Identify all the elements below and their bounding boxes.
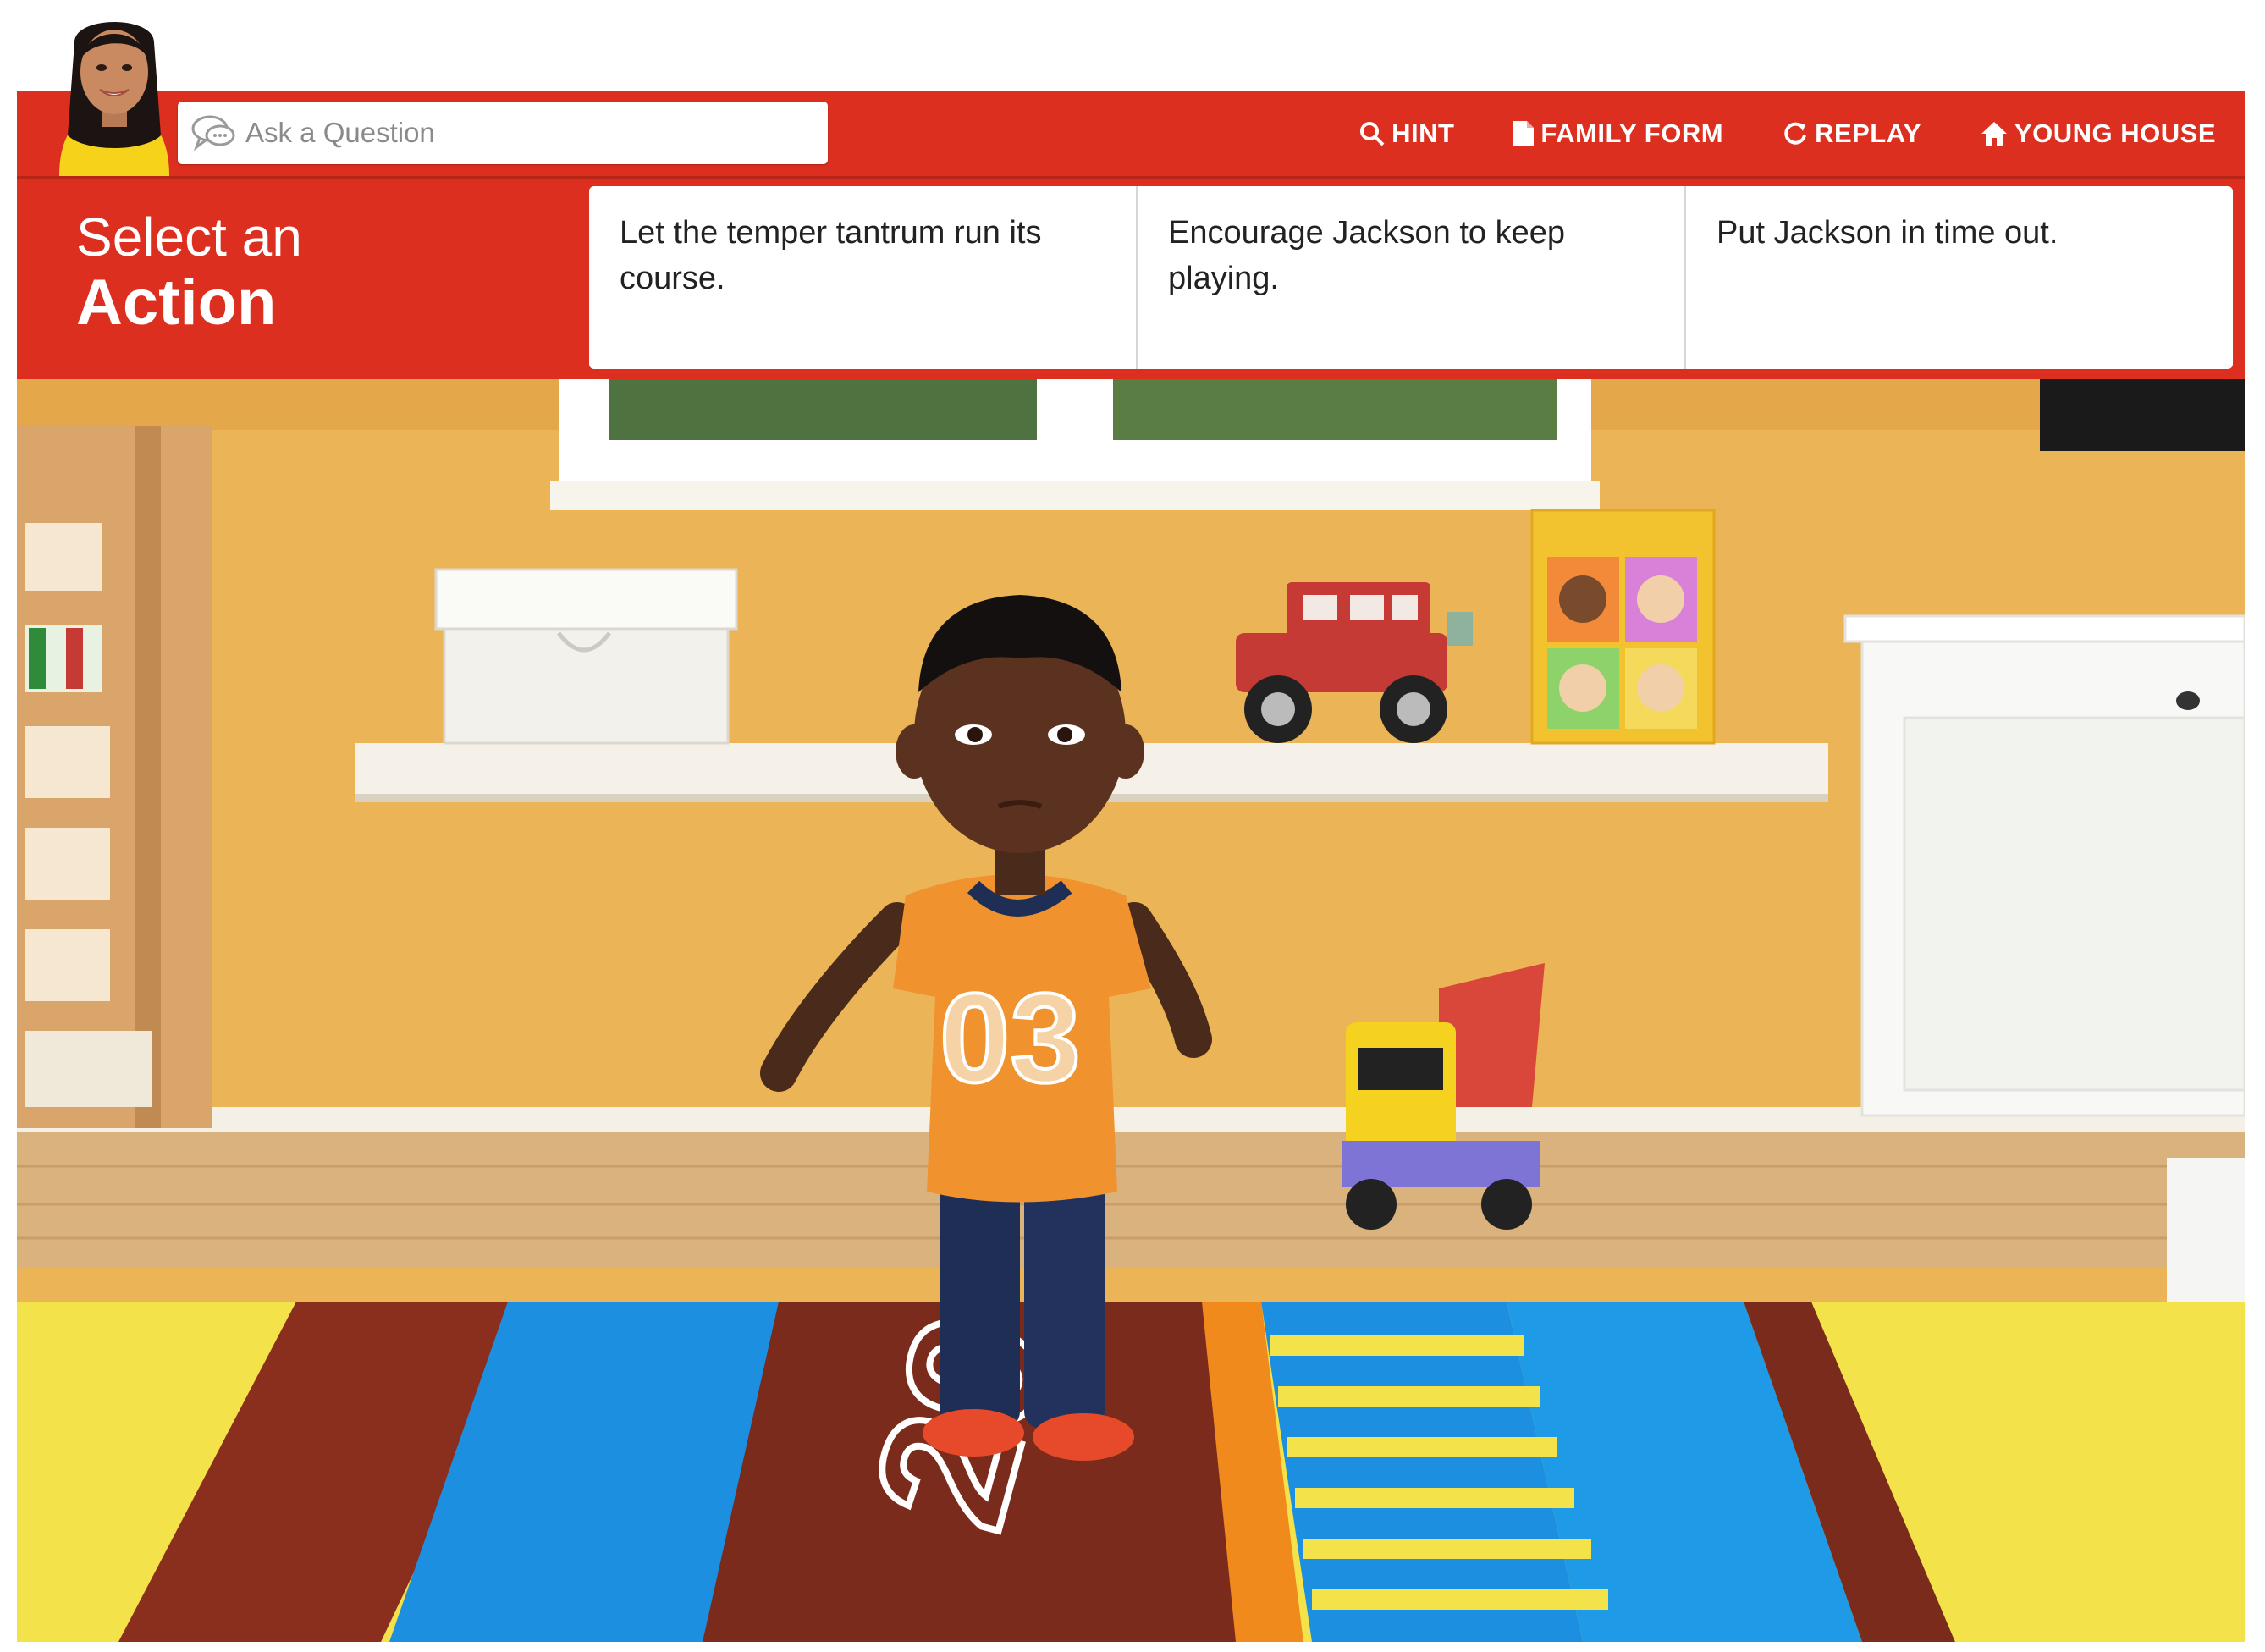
window (550, 379, 1600, 510)
young-house-button[interactable]: YOUNG HOUSE (1981, 118, 2216, 149)
storage-box (434, 568, 738, 745)
simulation-app: HINT FAMILY FORM REPLAY YOUNG HOUSE (17, 0, 2245, 1642)
ask-question-box[interactable] (178, 102, 828, 164)
hint-label: HINT (1392, 118, 1455, 148)
home-icon (1981, 121, 2008, 146)
action-choices: Let the temper tantrum run its course. E… (589, 186, 2233, 369)
toolbar-divider (17, 176, 2245, 179)
hint-button[interactable]: HINT (1359, 118, 1454, 149)
action-bar: Select an Action Let the temper tantrum … (17, 176, 2245, 379)
replay-icon (1783, 121, 1808, 146)
guide-avatar[interactable] (42, 8, 186, 176)
picture-book (1530, 509, 1716, 745)
family-form-button[interactable]: FAMILY FORM (1513, 118, 1723, 149)
family-form-label: FAMILY FORM (1540, 118, 1724, 148)
wood-floor (17, 1132, 2245, 1268)
title-line-2: Action (76, 267, 277, 339)
replay-button[interactable]: REPLAY (1783, 118, 1921, 149)
striped-rug: 29 (17, 1290, 2245, 1642)
ask-question-input[interactable] (237, 107, 797, 159)
action-choice-let-tantrum-run[interactable]: Let the temper tantrum run its course. (589, 186, 1138, 369)
title-line-1: Select an (76, 206, 302, 267)
block-shelf (17, 426, 212, 1128)
magnifier-icon (1359, 121, 1385, 146)
shirt-number: 03 (940, 966, 1081, 1109)
tv (2040, 379, 2245, 451)
replay-label: REPLAY (1815, 118, 1921, 148)
action-choice-time-out[interactable]: Put Jackson in time out. (1686, 186, 2233, 369)
toolbar-nav: HINT FAMILY FORM REPLAY YOUNG HOUSE (1359, 91, 2216, 176)
action-choice-keep-playing[interactable]: Encourage Jackson to keep playing. (1138, 186, 1686, 369)
top-toolbar: HINT FAMILY FORM REPLAY YOUNG HOUSE (17, 91, 2245, 176)
chat-bubbles-icon (190, 113, 237, 152)
select-action-title: Select an Action (76, 210, 302, 335)
simulation-scene[interactable]: 29 (17, 379, 2245, 1642)
young-house-label: YOUNG HOUSE (2014, 118, 2216, 148)
document-icon (1513, 121, 1535, 146)
